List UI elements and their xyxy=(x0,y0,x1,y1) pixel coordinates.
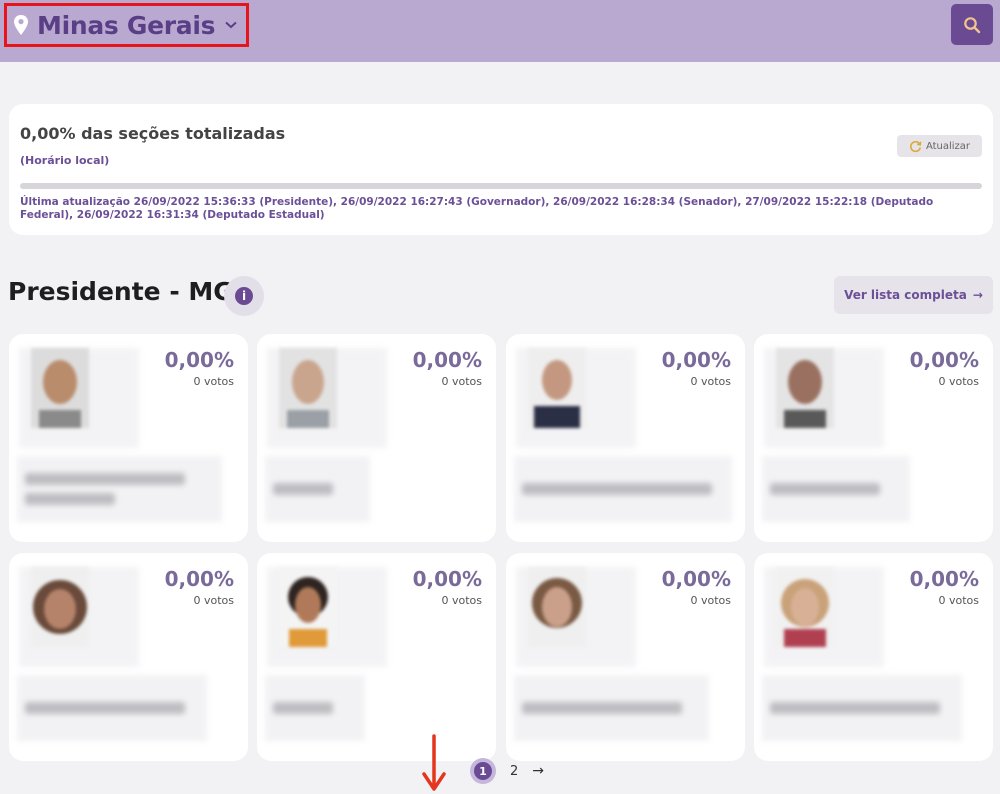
candidate-name-blurred xyxy=(762,675,962,741)
search-button[interactable] xyxy=(951,4,993,45)
candidate-vote-count: 0 votos xyxy=(441,594,482,607)
candidate-photo xyxy=(279,567,337,647)
sections-totalized-title: 0,00% das seções totalizadas xyxy=(20,124,286,143)
candidate-vote-percent: 0,00% xyxy=(412,348,482,372)
candidate-photo xyxy=(279,348,337,428)
candidate-name-blurred xyxy=(265,456,370,522)
page-2-button[interactable]: 2 xyxy=(510,764,518,779)
candidate-vote-percent: 0,00% xyxy=(164,567,234,591)
candidate-photo xyxy=(776,567,834,647)
candidate-vote-percent: 0,00% xyxy=(412,567,482,591)
chevron-down-icon xyxy=(225,21,237,29)
refresh-button[interactable]: Atualizar xyxy=(897,135,982,157)
candidate-card[interactable]: 0,00% 0 votos xyxy=(506,334,745,542)
candidate-photo xyxy=(776,348,834,428)
totalization-status-card: 0,00% das seções totalizadas (Horário lo… xyxy=(9,104,993,235)
candidate-card[interactable]: 0,00% 0 votos xyxy=(754,553,993,761)
candidate-vote-count: 0 votos xyxy=(690,594,731,607)
candidate-card[interactable]: 0,00% 0 votos xyxy=(257,334,496,542)
local-time-label: (Horário local) xyxy=(20,154,110,167)
candidate-card[interactable]: 0,00% 0 votos xyxy=(9,553,248,761)
last-update-text: Última atualização 26/09/2022 15:36:33 (… xyxy=(20,196,934,221)
candidate-photo xyxy=(31,348,89,428)
candidate-vote-count: 0 votos xyxy=(441,375,482,388)
candidate-photo xyxy=(528,348,586,428)
candidate-card[interactable]: 0,00% 0 votos xyxy=(506,553,745,761)
arrow-right-icon: → xyxy=(972,288,983,302)
candidate-vote-percent: 0,00% xyxy=(164,348,234,372)
candidate-photo xyxy=(31,567,89,647)
candidate-name-blurred xyxy=(17,675,207,741)
candidate-vote-count: 0 votos xyxy=(193,594,234,607)
candidate-vote-percent: 0,00% xyxy=(661,348,731,372)
candidate-vote-percent: 0,00% xyxy=(909,567,979,591)
candidate-name-blurred xyxy=(762,456,910,522)
refresh-label: Atualizar xyxy=(925,140,971,152)
candidate-card[interactable]: 0,00% 0 votos xyxy=(9,334,248,542)
candidate-name-blurred xyxy=(514,456,732,522)
refresh-icon xyxy=(909,140,922,152)
info-button[interactable]: i xyxy=(224,276,264,316)
candidate-vote-count: 0 votos xyxy=(938,375,979,388)
pagination: 1 2 → xyxy=(470,757,544,785)
info-icon: i xyxy=(235,287,253,305)
view-full-list-button[interactable]: Ver lista completa → xyxy=(834,276,993,314)
page-1-button[interactable]: 1 xyxy=(470,758,496,784)
totalization-progress-bar xyxy=(20,183,982,189)
candidate-vote-count: 0 votos xyxy=(193,375,234,388)
view-full-list-label: Ver lista completa xyxy=(844,288,967,302)
candidate-vote-count: 0 votos xyxy=(938,594,979,607)
candidate-vote-percent: 0,00% xyxy=(909,348,979,372)
location-selector[interactable]: Minas Gerais xyxy=(4,3,249,47)
candidate-name-blurred xyxy=(265,675,365,741)
candidate-vote-percent: 0,00% xyxy=(661,567,731,591)
location-name: Minas Gerais xyxy=(37,10,216,40)
candidate-photo xyxy=(528,567,586,647)
annotation-arrow-down-icon xyxy=(422,734,446,791)
map-pin-icon xyxy=(14,15,28,35)
next-page-arrow-icon[interactable]: → xyxy=(532,763,544,779)
page-1-label: 1 xyxy=(474,762,492,780)
candidate-vote-count: 0 votos xyxy=(690,375,731,388)
top-header: Minas Gerais xyxy=(0,0,1000,62)
candidate-card[interactable]: 0,00% 0 votos xyxy=(257,553,496,761)
section-title: Presidente - MG xyxy=(8,277,234,306)
search-icon xyxy=(964,16,981,33)
candidate-card[interactable]: 0,00% 0 votos xyxy=(754,334,993,542)
candidate-name-blurred xyxy=(514,675,709,741)
candidate-name-blurred xyxy=(17,456,222,522)
